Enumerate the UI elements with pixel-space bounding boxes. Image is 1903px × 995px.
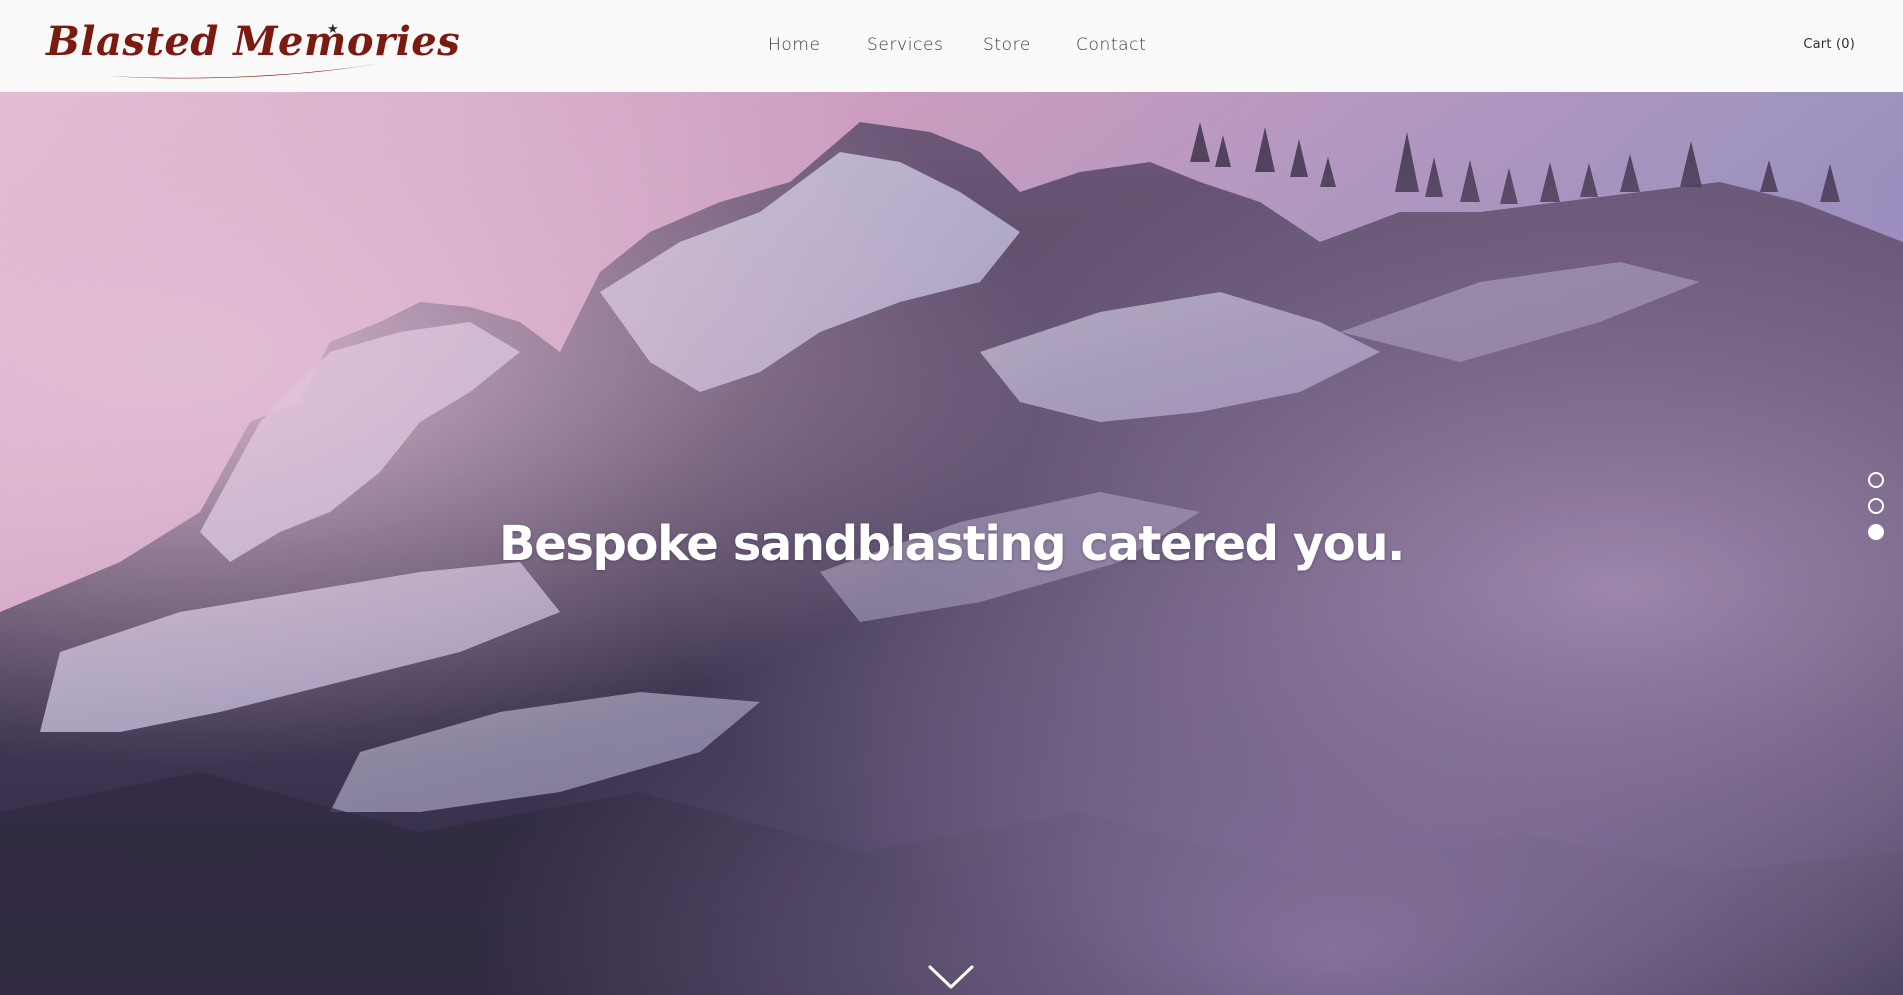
- slide-dot-2[interactable]: [1868, 498, 1884, 514]
- cart-link[interactable]: Cart (0): [1803, 37, 1855, 52]
- slide-indicators: [1868, 472, 1884, 552]
- hero-slideshow: Bespoke sandblasting catered you.: [0, 92, 1903, 995]
- nav-services[interactable]: Services: [867, 34, 944, 56]
- slide-dot-1[interactable]: [1868, 472, 1884, 488]
- slide-dot-3-active[interactable]: [1868, 524, 1884, 540]
- brand-logo[interactable]: Blasted Memories ★: [46, 16, 460, 79]
- chevron-down-icon[interactable]: [928, 964, 974, 990]
- logo-star-icon: ★: [327, 22, 339, 37]
- nav-store[interactable]: Store: [983, 34, 1031, 56]
- site-header: Blasted Memories ★ Home Services Store C…: [0, 0, 1903, 92]
- nav-home[interactable]: Home: [768, 34, 821, 56]
- logo-swoosh-icon: [106, 64, 376, 79]
- hero-headline: Bespoke sandblasting catered you.: [499, 516, 1405, 572]
- nav-contact[interactable]: Contact: [1076, 34, 1146, 56]
